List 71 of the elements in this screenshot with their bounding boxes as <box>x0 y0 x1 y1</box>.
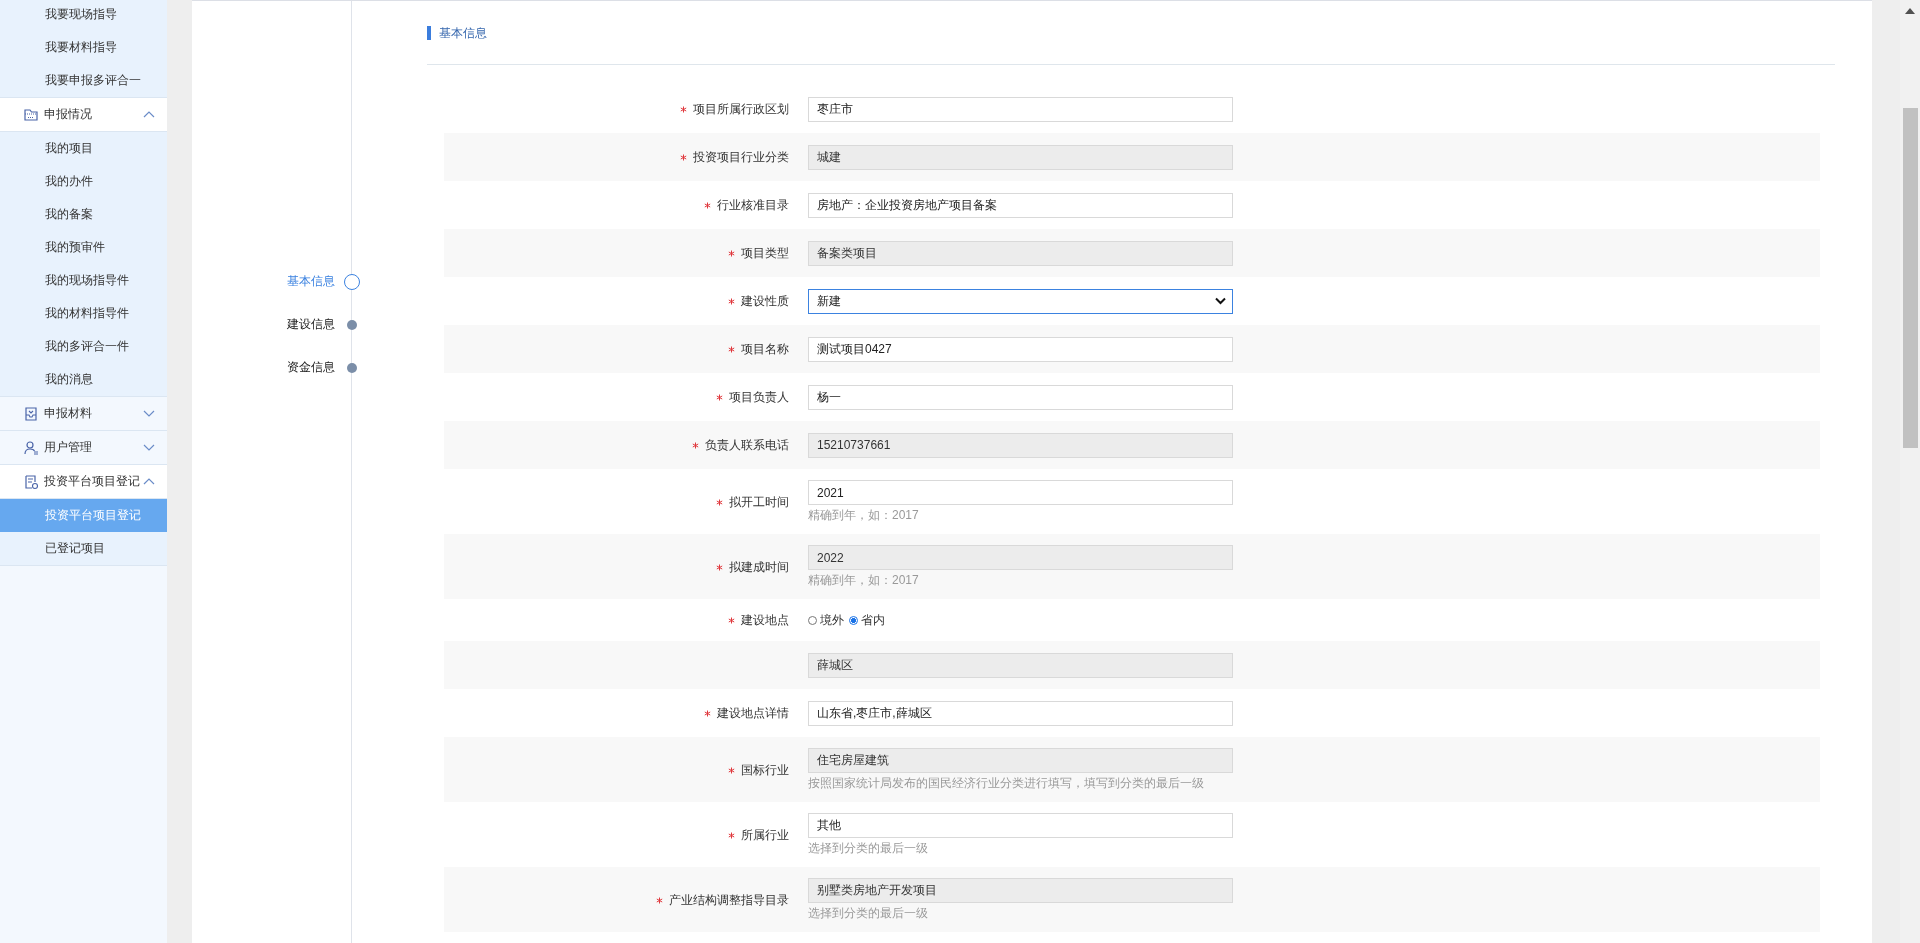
radio-button-icon[interactable] <box>808 615 817 625</box>
user-icon <box>23 439 39 456</box>
field-label: 项目类型 <box>741 244 789 262</box>
folder-icon <box>23 106 39 123</box>
scrollbar-thumb[interactable] <box>1903 108 1918 448</box>
input-field[interactable]: 枣庄市 <box>808 96 1233 122</box>
field-label: 项目负责人 <box>729 388 789 406</box>
input-field[interactable]: 住宅房屋建筑 <box>808 748 1233 773</box>
sidebar-item[interactable]: 已登记项目 <box>0 532 167 565</box>
inbox-icon <box>23 405 39 422</box>
input-field[interactable]: 2022 <box>808 545 1233 570</box>
field-label: 产业结构调整指导目录 <box>669 892 789 909</box>
field-label: 行业核准目录 <box>717 196 789 214</box>
input-field[interactable]: 15210737661 <box>808 432 1233 458</box>
radio-button-icon[interactable] <box>849 615 858 625</box>
sidebar-item[interactable]: 我的办件 <box>0 165 167 198</box>
step-link[interactable]: 建设信息 <box>287 316 335 333</box>
field-label: 项目名称 <box>741 340 789 358</box>
field-label: 国标行业 <box>741 762 789 779</box>
input-field[interactable]: 杨一 <box>808 384 1233 410</box>
input-field[interactable]: 2021 <box>808 480 1233 505</box>
field-label: 所属行业 <box>741 827 789 844</box>
step-dot-icon <box>347 362 357 373</box>
chevron-up-icon <box>143 478 155 485</box>
step-link[interactable]: 基本信息 <box>287 273 335 290</box>
field-label: 负责人联系电话 <box>705 436 789 454</box>
field-hint: 选择到分类的最后一级 <box>808 840 929 857</box>
sidebar-item[interactable]: 我要现场指导 <box>0 0 167 31</box>
sidebar-item[interactable]: 我的现场指导件 <box>0 264 167 297</box>
dropdown-field[interactable]: 新建 <box>808 288 1233 314</box>
step-ring-icon <box>344 273 360 290</box>
sidebar-item[interactable]: 我要申报多评合一 <box>0 64 167 97</box>
section-title: 基本信息 <box>427 25 487 40</box>
step-dot-icon <box>347 319 357 330</box>
field-label: 建设地点 <box>741 611 789 629</box>
sidebar-item[interactable]: 我要材料指导 <box>0 31 167 64</box>
input-field[interactable]: 别墅类房地产开发项目 <box>808 878 1233 903</box>
input-field[interactable]: 薛城区 <box>808 652 1233 678</box>
sidebar-item[interactable]: 我的材料指导件 <box>0 297 167 330</box>
chevron-down-icon <box>1215 297 1226 305</box>
chevron-down-icon <box>143 444 155 451</box>
field-label: 拟建成时间 <box>729 559 789 576</box>
step-link[interactable]: 资金信息 <box>287 359 335 376</box>
field-hint: 选择到分类的最后一级 <box>808 905 929 922</box>
sidebar-group-header[interactable]: 申报情况 <box>0 98 167 132</box>
radio-option[interactable]: 境外 <box>808 611 844 629</box>
field-label: 项目所属行政区划 <box>693 100 789 118</box>
field-label: 拟开工时间 <box>729 494 789 511</box>
sidebar-item[interactable]: 我的消息 <box>0 363 167 396</box>
chevron-up-icon <box>143 111 155 118</box>
field-hint: 按照国家统计局发布的国民经济行业分类进行填写，填写到分类的最后一级 <box>808 775 1205 792</box>
field-label: 建设地点详情 <box>717 704 789 722</box>
field-hint: 精确到年，如：2017 <box>808 572 920 589</box>
input-field[interactable]: 城建 <box>808 144 1233 170</box>
document-icon <box>23 473 39 490</box>
chevron-down-icon <box>143 410 155 417</box>
input-field[interactable]: 其他 <box>808 813 1233 838</box>
sidebar-item[interactable]: 我的多评合一件 <box>0 330 167 363</box>
scroll-up-icon <box>1905 8 1915 14</box>
input-field[interactable]: 房地产：企业投资房地产项目备案 <box>808 192 1233 218</box>
field-label: 投资项目行业分类 <box>693 148 789 166</box>
sidebar-group-header[interactable]: 投资平台项目登记 <box>0 465 167 499</box>
input-field[interactable]: 山东省,枣庄市,薛城区 <box>808 700 1233 726</box>
input-field[interactable]: 备案类项目 <box>808 240 1233 266</box>
sidebar-item[interactable]: 我的项目 <box>0 132 167 165</box>
radio-option[interactable]: 省内 <box>849 611 885 629</box>
sidebar-item[interactable]: 我的预审件 <box>0 231 167 264</box>
field-hint: 精确到年，如：2017 <box>808 507 920 524</box>
input-field[interactable]: 测试项目0427 <box>808 336 1233 362</box>
sidebar-item[interactable]: 我的备案 <box>0 198 167 231</box>
field-label: 建设性质 <box>741 292 789 310</box>
